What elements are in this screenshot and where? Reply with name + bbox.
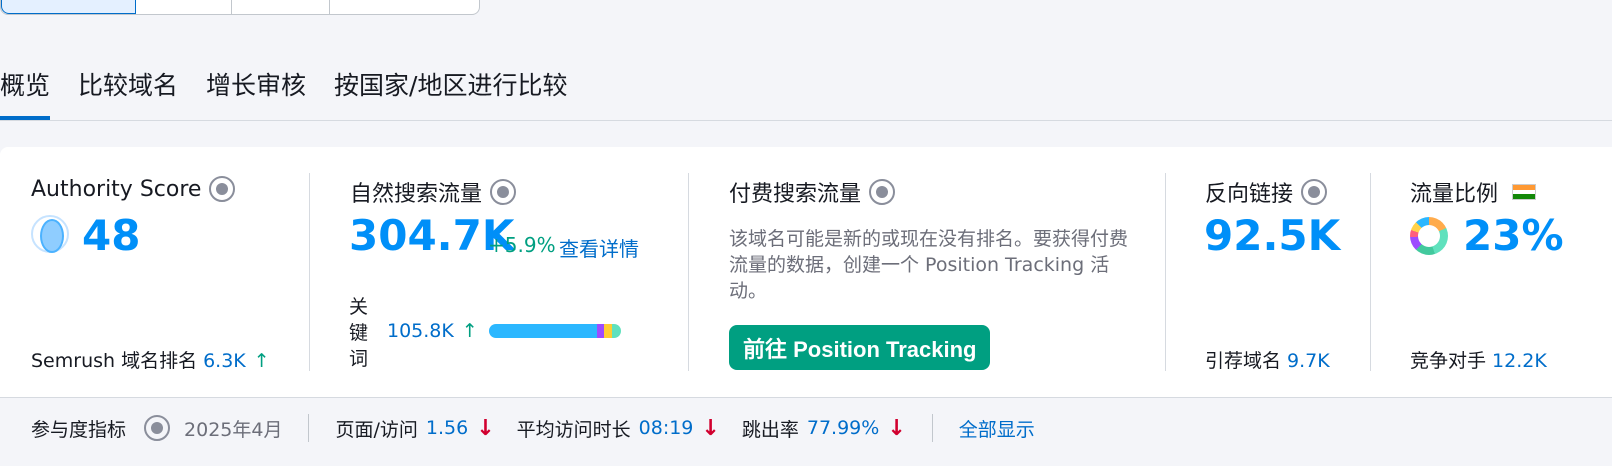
tab-growth-report[interactable]: 增长审核	[206, 66, 306, 120]
keywords-distribution-bar	[489, 324, 621, 338]
tab-compare-countries[interactable]: 按国家/地区进行比较	[334, 66, 567, 120]
paid-traffic-label[interactable]: 付费搜索流量	[729, 176, 896, 208]
globe-icon[interactable]	[490, 179, 517, 205]
keywords-label: 关键词	[349, 296, 369, 370]
referring-domains-value[interactable]: 9.7K	[1287, 350, 1330, 372]
semrush-rank-value[interactable]: 6.3K	[203, 350, 246, 372]
competitors-value[interactable]: 12.2K	[1492, 350, 1547, 372]
separator	[931, 414, 933, 442]
organic-traffic-change: +5.9%	[488, 233, 556, 257]
bounce-rate-label: 跳出率	[741, 418, 799, 441]
top-controls	[0, 0, 1000, 15]
arrow-down-icon: ↓	[887, 415, 906, 441]
segment-option[interactable]	[330, 0, 419, 14]
traffic-share-value[interactable]: 23%	[1463, 211, 1564, 260]
database-segmented-control[interactable]	[0, 0, 480, 15]
globe-icon[interactable]	[1301, 179, 1328, 205]
separator	[308, 414, 310, 442]
keywords-metric: 105.8K ↑	[387, 320, 478, 342]
globe-icon[interactable]	[144, 415, 171, 441]
engagement-metrics: 参与度指标 2025年4月 页面/访问 1.56 ↓ 平均访问时长 08:19 …	[31, 414, 1035, 442]
authority-score-icon	[31, 215, 69, 253]
backlinks-label[interactable]: 反向链接	[1205, 176, 1328, 208]
column-divider	[688, 173, 689, 371]
pages-per-visit-value: 1.56	[425, 417, 469, 439]
segment-option[interactable]	[136, 0, 232, 14]
column-divider	[309, 173, 310, 371]
pages-per-visit-label: 页面/访问	[335, 418, 418, 441]
bounce-rate-value: 77.99%	[806, 417, 880, 439]
competitors: 竞争对手 12.2K	[1410, 350, 1547, 372]
engagement-divider	[0, 397, 1612, 398]
arrow-down-icon: ↓	[476, 415, 495, 441]
segment-option-active[interactable]	[1, 0, 136, 14]
engagement-label: 参与度指标	[31, 418, 127, 441]
view-details-link[interactable]: 查看详情	[559, 233, 639, 262]
avg-visit-duration-value: 08:19	[638, 417, 694, 439]
traffic-share-donut	[1410, 217, 1448, 255]
globe-icon[interactable]	[209, 176, 236, 202]
column-divider	[1370, 173, 1371, 371]
avg-visit-duration-label: 平均访问时长	[516, 418, 631, 441]
arrow-up-icon: ↑	[253, 350, 270, 372]
backlinks-value[interactable]: 92.5K	[1204, 211, 1340, 260]
tabs-divider	[0, 120, 1612, 121]
india-flag-icon	[1512, 184, 1537, 200]
engagement-date: 2025年4月	[184, 418, 283, 441]
globe-icon[interactable]	[869, 179, 896, 205]
bar-segment	[603, 324, 612, 338]
show-all-link[interactable]: 全部显示	[959, 415, 1035, 442]
bar-segment	[489, 324, 598, 338]
keywords-value[interactable]: 105.8K	[387, 320, 454, 342]
arrow-down-icon: ↓	[701, 415, 720, 441]
tab-compare-domains[interactable]: 比较域名	[78, 66, 178, 120]
traffic-share-label: 流量比例	[1410, 176, 1537, 208]
authority-score-value[interactable]: 48	[82, 211, 140, 260]
report-tabs: 概览 比较域名 增长审核 按国家/地区进行比较	[0, 66, 567, 120]
segment-option[interactable]	[232, 0, 330, 14]
arrow-up-icon: ↑	[461, 320, 478, 342]
paid-traffic-description: 该域名可能是新的或现在没有排名。要获得付费流量的数据，创建一个 Position…	[729, 228, 1129, 302]
column-divider	[1165, 173, 1166, 371]
referring-domains: 引荐域名 9.7K	[1205, 350, 1330, 372]
bar-segment	[597, 324, 604, 338]
go-to-position-tracking-button[interactable]: 前往 Position Tracking	[729, 325, 991, 370]
organic-traffic-label[interactable]: 自然搜索流量	[350, 176, 517, 208]
semrush-rank: Semrush 域名排名 6.3K ↑	[31, 350, 270, 372]
tab-overview[interactable]: 概览	[0, 66, 51, 120]
authority-score-label[interactable]: Authority Score	[31, 176, 236, 202]
